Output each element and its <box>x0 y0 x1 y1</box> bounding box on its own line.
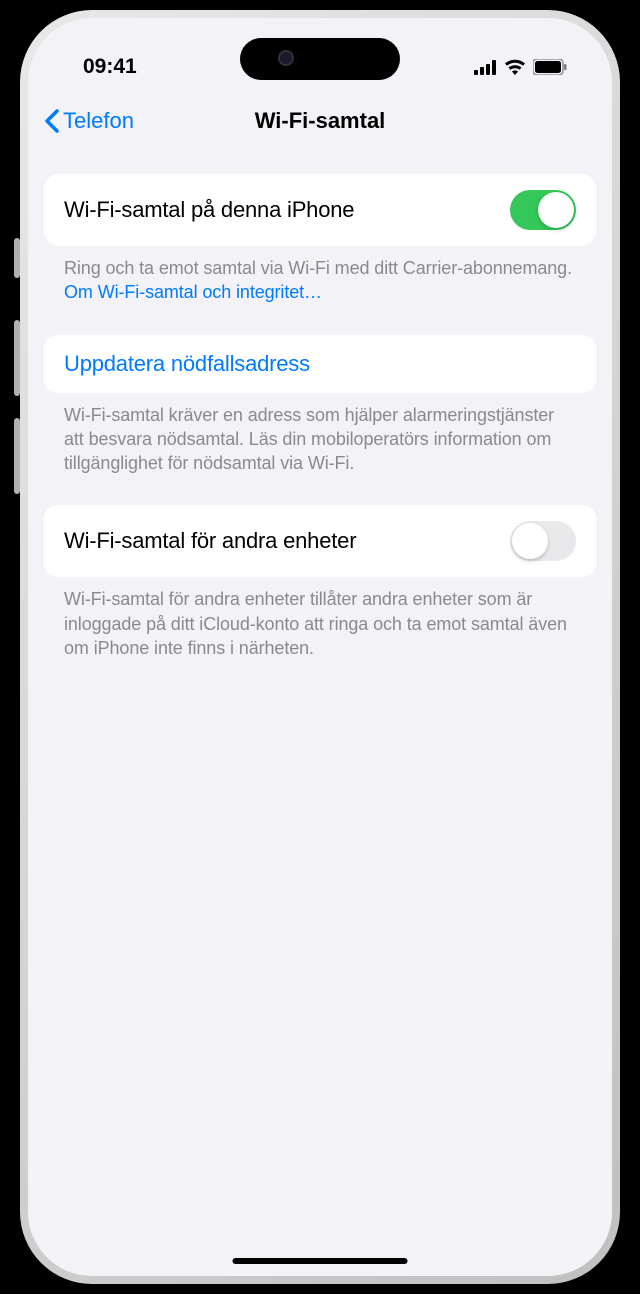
home-indicator[interactable] <box>233 1258 408 1264</box>
cell-label: Wi-Fi-samtal på denna iPhone <box>64 197 354 223</box>
wifi-calling-toggle[interactable] <box>510 190 576 230</box>
cellular-signal-icon <box>474 60 497 75</box>
notch <box>240 38 400 80</box>
cell-link-label: Uppdatera nödfallsadress <box>64 351 576 377</box>
back-label: Telefon <box>63 108 134 134</box>
other-devices-group: Wi-Fi-samtal för andra enheter <box>44 505 596 577</box>
chevron-left-icon <box>44 109 59 133</box>
battery-icon <box>533 59 567 75</box>
navigation-bar: Telefon Wi-Fi-samtal <box>28 88 612 152</box>
cell-label: Wi-Fi-samtal för andra enheter <box>64 528 356 554</box>
wifi-calling-this-iphone-cell[interactable]: Wi-Fi-samtal på denna iPhone <box>44 174 596 246</box>
wifi-calling-this-iphone-group: Wi-Fi-samtal på denna iPhone <box>44 174 596 246</box>
wifi-calling-footer: Ring och ta emot samtal via Wi-Fi med di… <box>44 246 596 335</box>
wifi-calling-other-devices-cell[interactable]: Wi-Fi-samtal för andra enheter <box>44 505 596 577</box>
wifi-icon <box>504 59 526 75</box>
back-button[interactable]: Telefon <box>44 108 134 134</box>
other-devices-toggle[interactable] <box>510 521 576 561</box>
status-time: 09:41 <box>83 55 137 79</box>
emergency-address-footer: Wi-Fi-samtal kräver en adress som hjälpe… <box>44 393 596 506</box>
emergency-address-group: Uppdatera nödfallsadress <box>44 335 596 393</box>
privacy-link[interactable]: Om Wi-Fi-samtal och integritet… <box>64 282 322 302</box>
update-emergency-address-cell[interactable]: Uppdatera nödfallsadress <box>44 335 596 393</box>
other-devices-footer: Wi-Fi-samtal för andra enheter tillåter … <box>44 577 596 690</box>
